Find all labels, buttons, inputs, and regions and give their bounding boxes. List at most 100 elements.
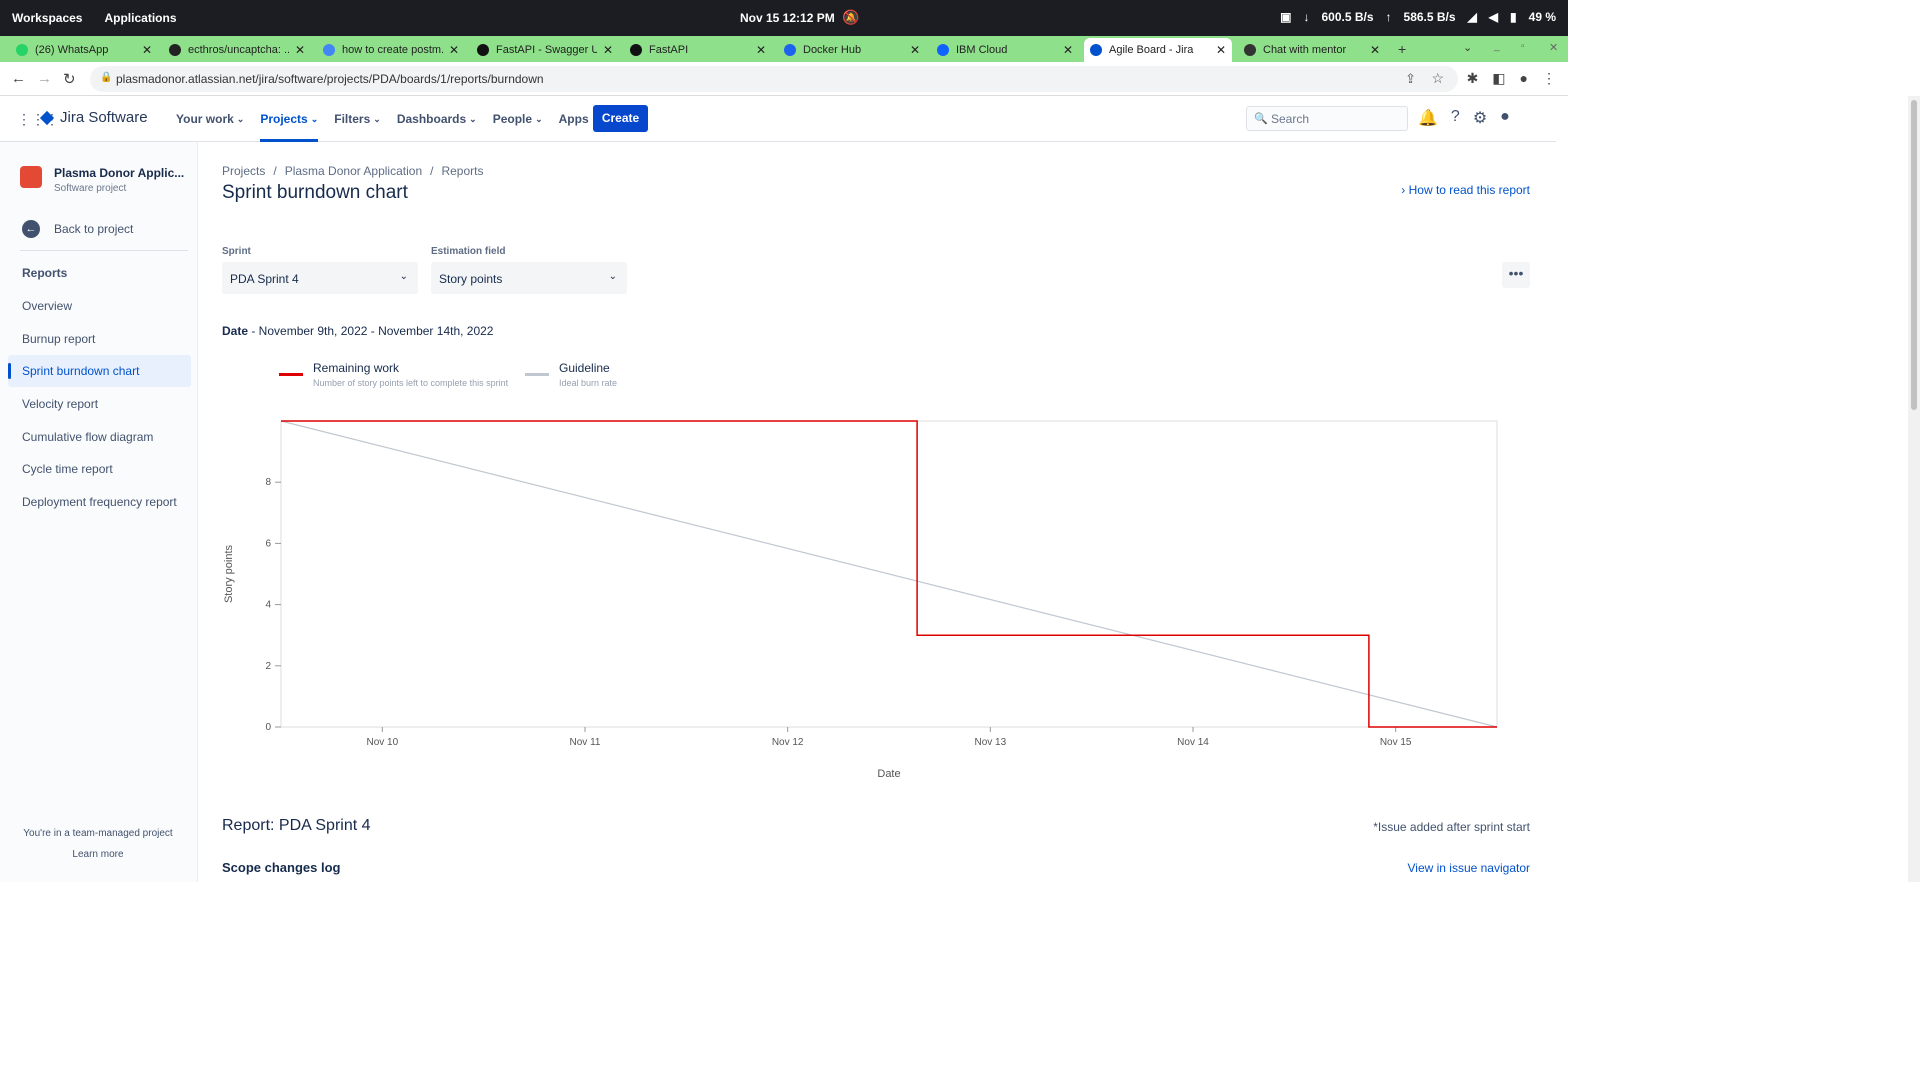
profile-avatar-icon[interactable]: ● — [1520, 70, 1528, 87]
extensions-icon[interactable]: ✱ — [1467, 70, 1479, 87]
tab-favicon-icon — [937, 44, 949, 56]
notifications-bell-icon[interactable]: 🔔 — [1418, 108, 1438, 128]
tab-title: Agile Board - Jira — [1109, 44, 1194, 56]
how-to-read-label: How to read this report — [1408, 183, 1530, 197]
sprint-select[interactable]: PDA Sprint 4 ⌄ — [222, 262, 418, 294]
tab-close-icon[interactable]: ✕ — [449, 43, 459, 57]
share-icon[interactable]: ⇪ — [1405, 71, 1416, 87]
breadcrumb-reports[interactable]: Reports — [441, 164, 483, 178]
learn-more-link[interactable]: Learn more — [0, 849, 196, 860]
tab-close-icon[interactable]: ✕ — [295, 43, 305, 57]
legend-subtitle: Number of story points left to complete … — [313, 378, 509, 388]
scrollbar-thumb[interactable] — [1911, 100, 1917, 410]
chevron-down-icon: ⌄ — [310, 113, 319, 124]
side-panel-icon[interactable]: ◧ — [1492, 70, 1505, 87]
nav-menu-label: Dashboards — [396, 112, 467, 126]
sidebar-item-burnup-report[interactable]: Burnup report — [8, 323, 191, 355]
minimize-icon[interactable]: _ — [1494, 41, 1500, 52]
sidebar-item-velocity-report[interactable]: Velocity report — [8, 388, 191, 420]
browser-tab[interactable]: Docker Hub ✕ — [778, 38, 926, 62]
browser-tab[interactable]: FastAPI - Swagger UI ✕ — [471, 38, 619, 62]
browser-tab[interactable]: (26) WhatsApp ✕ — [10, 38, 158, 62]
back-circle-icon: ← — [22, 220, 40, 238]
chevron-right-icon: › — [1401, 183, 1406, 197]
nav-menu-dashboards[interactable]: Dashboards ⌄ — [397, 96, 477, 142]
tab-title: FastAPI — [649, 44, 689, 56]
back-to-project-label: Back to project — [54, 222, 134, 236]
legend-guideline: Guideline Ideal burn rate — [525, 361, 617, 388]
restore-icon[interactable]: ▫ — [1521, 41, 1525, 52]
jira-logo[interactable]: Jira Software — [39, 109, 148, 126]
estimation-select-value: Story points — [439, 272, 503, 286]
nav-menu-label: People — [492, 112, 533, 126]
reload-icon[interactable]: ↻ — [63, 70, 76, 88]
project-name: Plasma Donor Applic... — [54, 166, 185, 180]
notifications-muted-icon[interactable]: 🔕 — [842, 9, 859, 26]
search-input[interactable]: 🔍 Search — [1246, 106, 1408, 131]
chevron-down-icon: ⌄ — [535, 113, 543, 124]
browser-tab[interactable]: Agile Board - Jira ✕ — [1084, 38, 1232, 62]
help-icon[interactable]: ? — [1451, 108, 1460, 128]
tab-list-chevron-icon[interactable]: ⌄ — [1463, 41, 1472, 54]
legend-remaining-work: Remaining work Number of story points le… — [279, 361, 508, 388]
sidebar-item-cycle-time-report[interactable]: Cycle time report — [8, 453, 191, 485]
nav-menu-projects[interactable]: Projects ⌄ — [260, 96, 318, 142]
screen-icon[interactable]: ▣ — [1280, 10, 1291, 24]
forward-arrow-icon[interactable]: → — [37, 70, 52, 87]
sidebar-item-deployment-frequency-report[interactable]: Deployment frequency report — [8, 486, 191, 518]
tab-close-icon[interactable]: ✕ — [1370, 43, 1380, 57]
x-tick-label: Nov 10 — [366, 737, 398, 748]
reports-heading: Reports — [22, 266, 68, 280]
settings-gear-icon[interactable]: ⚙ — [1473, 108, 1487, 128]
tab-close-icon[interactable]: ✕ — [756, 43, 766, 57]
legend-subtitle: Ideal burn rate — [559, 378, 618, 388]
sidebar-item-sprint-burndown-chart[interactable]: Sprint burndown chart — [8, 355, 191, 388]
estimation-select[interactable]: Story points ⌄ — [431, 262, 627, 294]
browser-tab[interactable]: ecthros/uncaptcha: ... ✕ — [163, 38, 311, 62]
nav-menu-people[interactable]: People ⌄ — [493, 96, 543, 142]
new-tab-icon[interactable]: + — [1398, 41, 1406, 57]
applications-menu[interactable]: Applications — [104, 11, 176, 25]
guideline-swatch — [525, 373, 549, 376]
browser-tab[interactable]: FastAPI ✕ — [624, 38, 772, 62]
browser-tab[interactable]: how to create postm... ✕ — [317, 38, 465, 62]
more-actions-button[interactable]: ••• — [1502, 262, 1530, 288]
lock-icon[interactable]: 🔒 — [100, 72, 112, 83]
project-header[interactable]: Plasma Donor Applic... Software project — [20, 166, 184, 194]
tab-close-icon[interactable]: ✕ — [910, 43, 920, 57]
how-to-read-link[interactable]: › How to read this report — [1401, 183, 1530, 197]
create-button[interactable]: Create — [593, 105, 648, 132]
bookmark-star-icon[interactable]: ☆ — [1431, 70, 1444, 87]
system-clock[interactable]: Nov 15 12:12 PM — [740, 11, 835, 25]
tab-close-icon[interactable]: ✕ — [1216, 43, 1226, 57]
nav-menu-filters[interactable]: Filters ⌄ — [334, 96, 381, 142]
browser-menu-icon[interactable]: ⋮ — [1542, 70, 1556, 87]
project-avatar-icon — [20, 166, 42, 188]
page-scrollbar[interactable] — [1908, 96, 1920, 882]
jira-main-menu: Your work ⌄ Projects ⌄ Filters ⌄ Dashboards ⌄ Pe… — [176, 96, 599, 142]
tab-close-icon[interactable]: ✕ — [603, 43, 613, 57]
volume-icon[interactable]: ◀ — [1489, 10, 1498, 24]
breadcrumb-project[interactable]: Plasma Donor Application — [285, 164, 422, 178]
nav-menu-label: Apps — [558, 112, 589, 126]
breadcrumb: Projects / Plasma Donor Application / Re… — [222, 164, 484, 178]
user-avatar-icon[interactable]: ● — [1500, 108, 1510, 128]
wifi-icon[interactable]: ◢ — [1468, 10, 1477, 24]
workspaces-menu[interactable]: Workspaces — [12, 11, 82, 25]
sidebar-item-cumulative-flow-diagram[interactable]: Cumulative flow diagram — [8, 421, 191, 453]
sidebar-item-overview[interactable]: Overview — [8, 290, 191, 322]
url-field[interactable]: 🔒 plasmadonor.atlassian.net/jira/softwar… — [90, 66, 1458, 92]
close-window-icon[interactable]: ✕ — [1549, 41, 1558, 54]
back-to-project-link[interactable]: ← Back to project — [22, 220, 133, 238]
nav-menu-your-work[interactable]: Your work ⌄ — [176, 96, 244, 142]
breadcrumb-projects[interactable]: Projects — [222, 164, 265, 178]
back-arrow-icon[interactable]: ← — [11, 70, 26, 87]
battery-icon[interactable]: ▮ — [1510, 10, 1517, 24]
browser-tab[interactable]: Chat with mentor ✕ — [1238, 38, 1386, 62]
search-icon: 🔍 — [1254, 113, 1268, 125]
upload-speed: 586.5 B/s — [1403, 10, 1456, 24]
tab-close-icon[interactable]: ✕ — [142, 43, 152, 57]
view-in-issue-navigator-link[interactable]: View in issue navigator — [1407, 861, 1530, 875]
browser-tab[interactable]: IBM Cloud ✕ — [931, 38, 1079, 62]
tab-close-icon[interactable]: ✕ — [1063, 43, 1073, 57]
